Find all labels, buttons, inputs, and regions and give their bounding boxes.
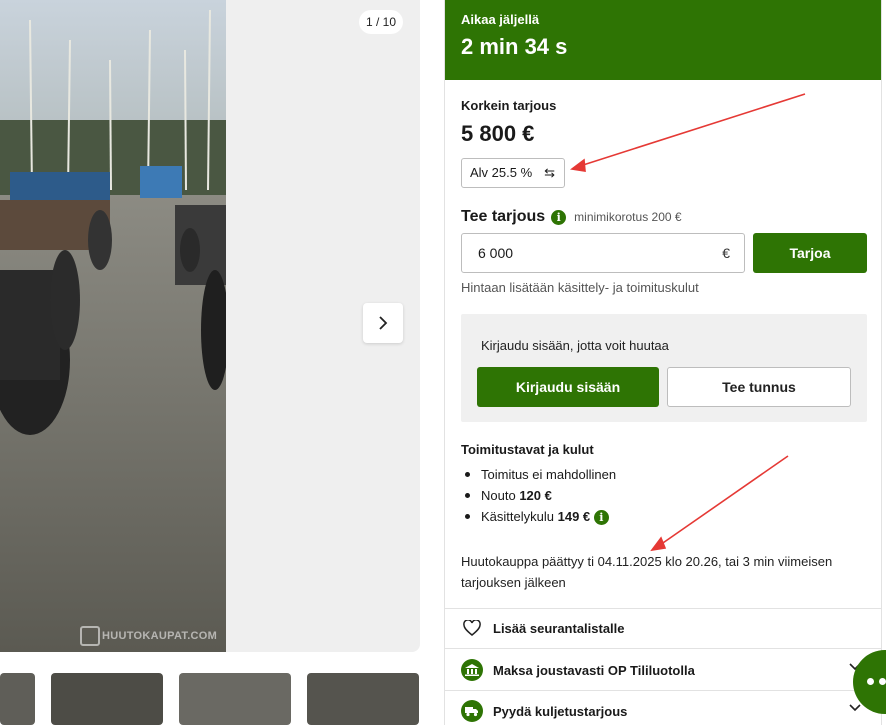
create-account-button[interactable]: Tee tunnus (667, 367, 851, 407)
add-to-watchlist-button[interactable]: Lisää seurantalistalle (461, 609, 869, 647)
time-remaining-value: 2 min 34 s (461, 34, 568, 59)
fees-note: Hintaan lisätään käsittely- ja toimitusk… (461, 280, 699, 295)
image-counter: 1 / 10 (359, 10, 403, 34)
thumbnail[interactable] (0, 673, 35, 725)
bid-amount-value: 6 000 (478, 245, 514, 261)
list-item: Nouto 120 € (461, 485, 616, 506)
swap-icon: ⇆ (544, 165, 555, 180)
financing-label: Maksa joustavasti OP Tililuotolla (493, 662, 695, 678)
submit-bid-button[interactable]: Tarjoa (753, 233, 867, 273)
currency-symbol: € (722, 245, 730, 261)
truck-icon (461, 700, 483, 722)
auction-end-text: Huutokauppa päättyy ti 04.11.2025 klo 20… (461, 554, 833, 590)
time-remaining-label: Aikaa jäljellä (461, 12, 540, 27)
next-image-button[interactable] (363, 303, 403, 343)
delivery-title: Toimitustavat ja kulut (461, 442, 594, 457)
thumbnail-strip (0, 673, 420, 725)
info-icon[interactable]: i (593, 510, 609, 526)
chat-dot (879, 678, 886, 685)
watchlist-label: Lisää seurantalistalle (493, 620, 625, 636)
thumbnail[interactable] (307, 673, 419, 725)
main-photo[interactable] (0, 0, 226, 652)
delivery-list: Toimitus ei mahdollinen Nouto 120 € Käsi… (461, 464, 616, 527)
vat-toggle-button[interactable]: Alv 25.5 % ⇆ (461, 158, 565, 188)
page: HUUTOKAUPAT.COM 1 / 10 Aikaa jäljellä 2 … (0, 0, 886, 725)
chevron-down-icon (849, 704, 861, 712)
thumbnail[interactable] (51, 673, 163, 725)
highest-bid-amount: 5 800 € (461, 121, 535, 146)
shipping-quote-label: Pyydä kuljetustarjous (493, 703, 628, 719)
chevron-right-icon (379, 316, 388, 330)
divider (445, 648, 881, 649)
time-remaining-banner: Aikaa jäljellä 2 min 34 s (445, 0, 881, 80)
make-bid-header: Tee tarjous i minimikorotus 200 € (461, 208, 682, 226)
watermark-logo: HUUTOKAUPAT.COM (80, 626, 217, 646)
bid-amount-input[interactable]: 6 000 € (461, 233, 745, 273)
bank-icon (461, 659, 483, 681)
login-prompt-box: Kirjaudu sisään, jotta voit huutaa Kirja… (461, 314, 867, 422)
login-prompt-text: Kirjaudu sisään, jotta voit huutaa (481, 338, 669, 353)
financing-row[interactable]: Maksa joustavasti OP Tililuotolla (461, 651, 869, 689)
thumbnail[interactable] (179, 673, 291, 725)
min-increment-text: minimikorotus 200 € (574, 210, 682, 224)
shipping-quote-row[interactable]: Pyydä kuljetustarjous (461, 692, 869, 725)
heart-icon (461, 617, 483, 639)
highest-bid-label: Korkein tarjous (461, 98, 557, 113)
list-item: Toimitus ei mahdollinen (461, 464, 616, 485)
login-button[interactable]: Kirjaudu sisään (477, 367, 659, 407)
make-bid-title: Tee tarjous (461, 208, 546, 225)
divider (445, 690, 881, 691)
bidding-panel: Aikaa jäljellä 2 min 34 s Korkein tarjou… (444, 0, 882, 725)
info-icon[interactable]: i (551, 209, 567, 225)
vat-toggle-label: Alv 25.5 % (470, 165, 533, 180)
chat-dot (867, 678, 874, 685)
list-item: Käsittelykulu 149 € i (461, 506, 616, 527)
image-gallery: HUUTOKAUPAT.COM 1 / 10 (0, 0, 420, 652)
